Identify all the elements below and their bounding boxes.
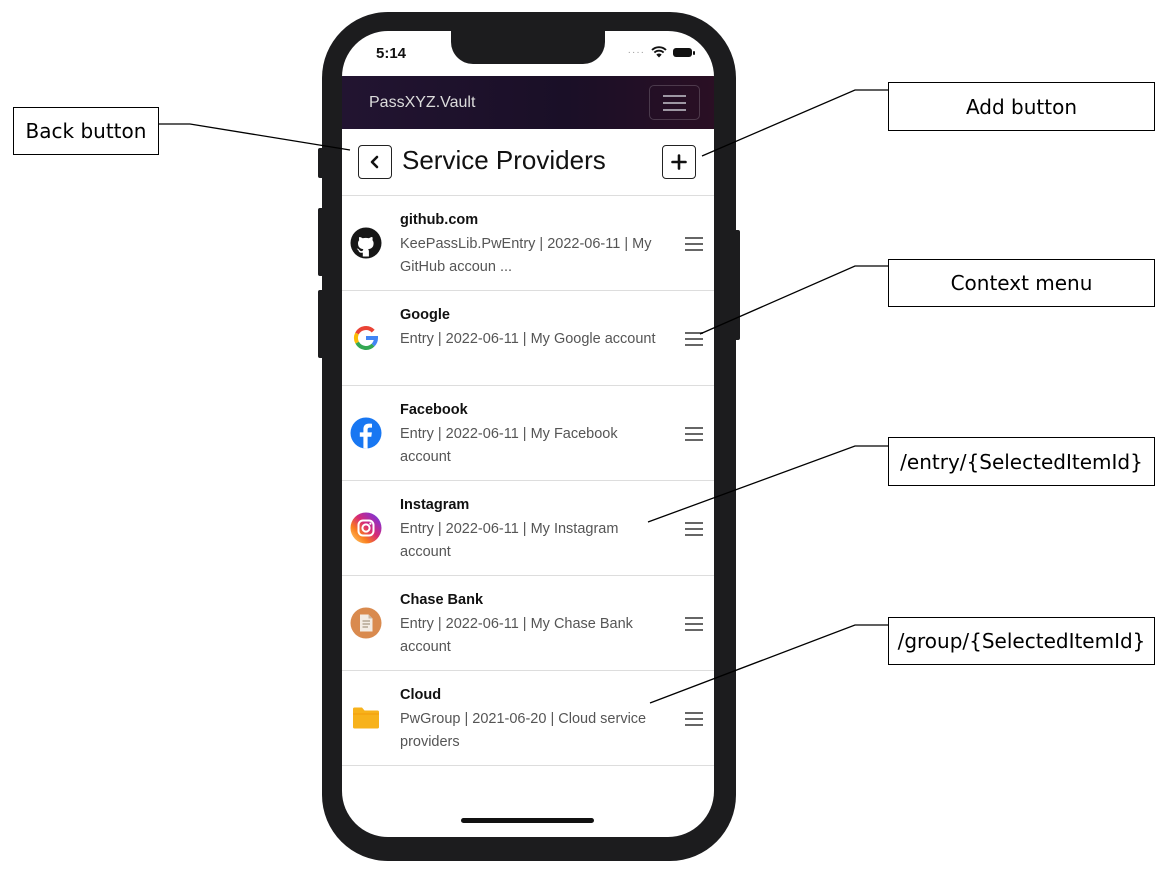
side-button bbox=[734, 230, 740, 340]
list-item[interactable]: Chase Bank Entry | 2022-06-11 | My Chase… bbox=[342, 576, 714, 671]
home-indicator bbox=[461, 818, 594, 823]
hamburger-icon bbox=[685, 522, 703, 524]
hamburger-icon bbox=[685, 629, 703, 631]
callout-back-button: Back button bbox=[13, 107, 159, 155]
hamburger-icon bbox=[685, 332, 703, 334]
status-time: 5:14 bbox=[376, 45, 407, 62]
folder-icon bbox=[350, 702, 382, 734]
hamburger-icon bbox=[663, 102, 686, 104]
list-item[interactable]: Google Entry | 2022-06-11 | My Google ac… bbox=[342, 291, 714, 386]
hamburger-icon bbox=[685, 712, 703, 714]
item-name: Facebook bbox=[400, 402, 468, 418]
hamburger-icon bbox=[685, 724, 703, 726]
battery-icon bbox=[673, 47, 695, 57]
notch bbox=[451, 31, 605, 64]
hamburger-icon bbox=[685, 237, 703, 239]
callout-context-menu: Context menu bbox=[888, 259, 1155, 307]
hamburger-icon bbox=[685, 534, 703, 536]
hamburger-icon bbox=[685, 344, 703, 346]
item-description: Entry | 2022-06-11 | My Google account bbox=[400, 331, 656, 347]
signal-icon: ···· bbox=[627, 46, 645, 58]
hamburger-icon bbox=[685, 427, 703, 429]
item-description: PwGroup | 2021-06-20 | Cloud service pro… bbox=[400, 711, 647, 750]
item-description: Entry | 2022-06-11 | My Instagram accoun… bbox=[400, 521, 619, 560]
github-icon bbox=[350, 227, 382, 259]
item-name: Google bbox=[400, 307, 450, 323]
list-item[interactable]: Instagram Entry | 2022-06-11 | My Instag… bbox=[342, 481, 714, 576]
hamburger-icon bbox=[685, 439, 703, 441]
hamburger-icon bbox=[685, 249, 703, 251]
item-list: github.com KeePassLib.PwEntry | 2022-06-… bbox=[342, 196, 714, 766]
top-navbar: PassXYZ.Vault bbox=[342, 76, 714, 129]
context-menu-button[interactable] bbox=[685, 332, 703, 346]
side-button bbox=[318, 208, 324, 276]
app-brand[interactable]: PassXYZ.Vault bbox=[369, 94, 475, 112]
add-button[interactable] bbox=[662, 145, 696, 179]
hamburger-icon bbox=[685, 433, 703, 435]
hamburger-icon bbox=[685, 243, 703, 245]
plus-icon bbox=[671, 154, 687, 170]
list-item[interactable]: github.com KeePassLib.PwEntry | 2022-06-… bbox=[342, 196, 714, 291]
navbar-toggler-button[interactable] bbox=[649, 85, 700, 120]
chevron-left-icon bbox=[370, 155, 379, 169]
callout-entry-route: /entry/{SelectedItemId} bbox=[888, 437, 1155, 486]
back-button[interactable] bbox=[358, 145, 392, 179]
hamburger-icon bbox=[685, 623, 703, 625]
app-screen: 5:14 ···· PassXYZ.Vault Service Provider… bbox=[342, 31, 714, 837]
item-description: Entry | 2022-06-11 | My Facebook account bbox=[400, 426, 618, 465]
callout-add-button: Add button bbox=[888, 82, 1155, 131]
context-menu-button[interactable] bbox=[685, 712, 703, 726]
page-header: Service Providers bbox=[342, 129, 714, 196]
phone-frame: 5:14 ···· PassXYZ.Vault Service Provider… bbox=[318, 12, 740, 861]
context-menu-button[interactable] bbox=[685, 237, 703, 251]
document-icon bbox=[350, 607, 382, 639]
item-description: KeePassLib.PwEntry | 2022-06-11 | My Git… bbox=[400, 236, 652, 275]
item-name: Instagram bbox=[400, 497, 470, 513]
callout-group-route: /group/{SelectedItemId} bbox=[888, 617, 1155, 665]
item-name: Chase Bank bbox=[400, 592, 484, 608]
facebook-icon bbox=[350, 417, 382, 449]
hamburger-icon bbox=[685, 528, 703, 530]
google-icon bbox=[350, 322, 382, 354]
status-icons: ···· bbox=[627, 46, 695, 58]
item-name: Cloud bbox=[400, 687, 442, 703]
item-description: Entry | 2022-06-11 | My Chase Bank accou… bbox=[400, 616, 633, 655]
context-menu-button[interactable] bbox=[685, 522, 703, 536]
hamburger-icon bbox=[663, 109, 686, 111]
side-button bbox=[318, 290, 324, 358]
context-menu-button[interactable] bbox=[685, 427, 703, 441]
list-item[interactable]: Facebook Entry | 2022-06-11 | My Faceboo… bbox=[342, 386, 714, 481]
page-title: Service Providers bbox=[402, 145, 606, 175]
wifi-icon bbox=[651, 46, 667, 58]
hamburger-icon bbox=[685, 617, 703, 619]
context-menu-button[interactable] bbox=[685, 617, 703, 631]
list-item[interactable]: Cloud PwGroup | 2021-06-20 | Cloud servi… bbox=[342, 671, 714, 766]
item-name: github.com bbox=[400, 212, 479, 228]
hamburger-icon bbox=[663, 95, 686, 97]
hamburger-icon bbox=[685, 338, 703, 340]
side-button bbox=[318, 148, 324, 178]
hamburger-icon bbox=[685, 718, 703, 720]
instagram-icon bbox=[350, 512, 382, 544]
